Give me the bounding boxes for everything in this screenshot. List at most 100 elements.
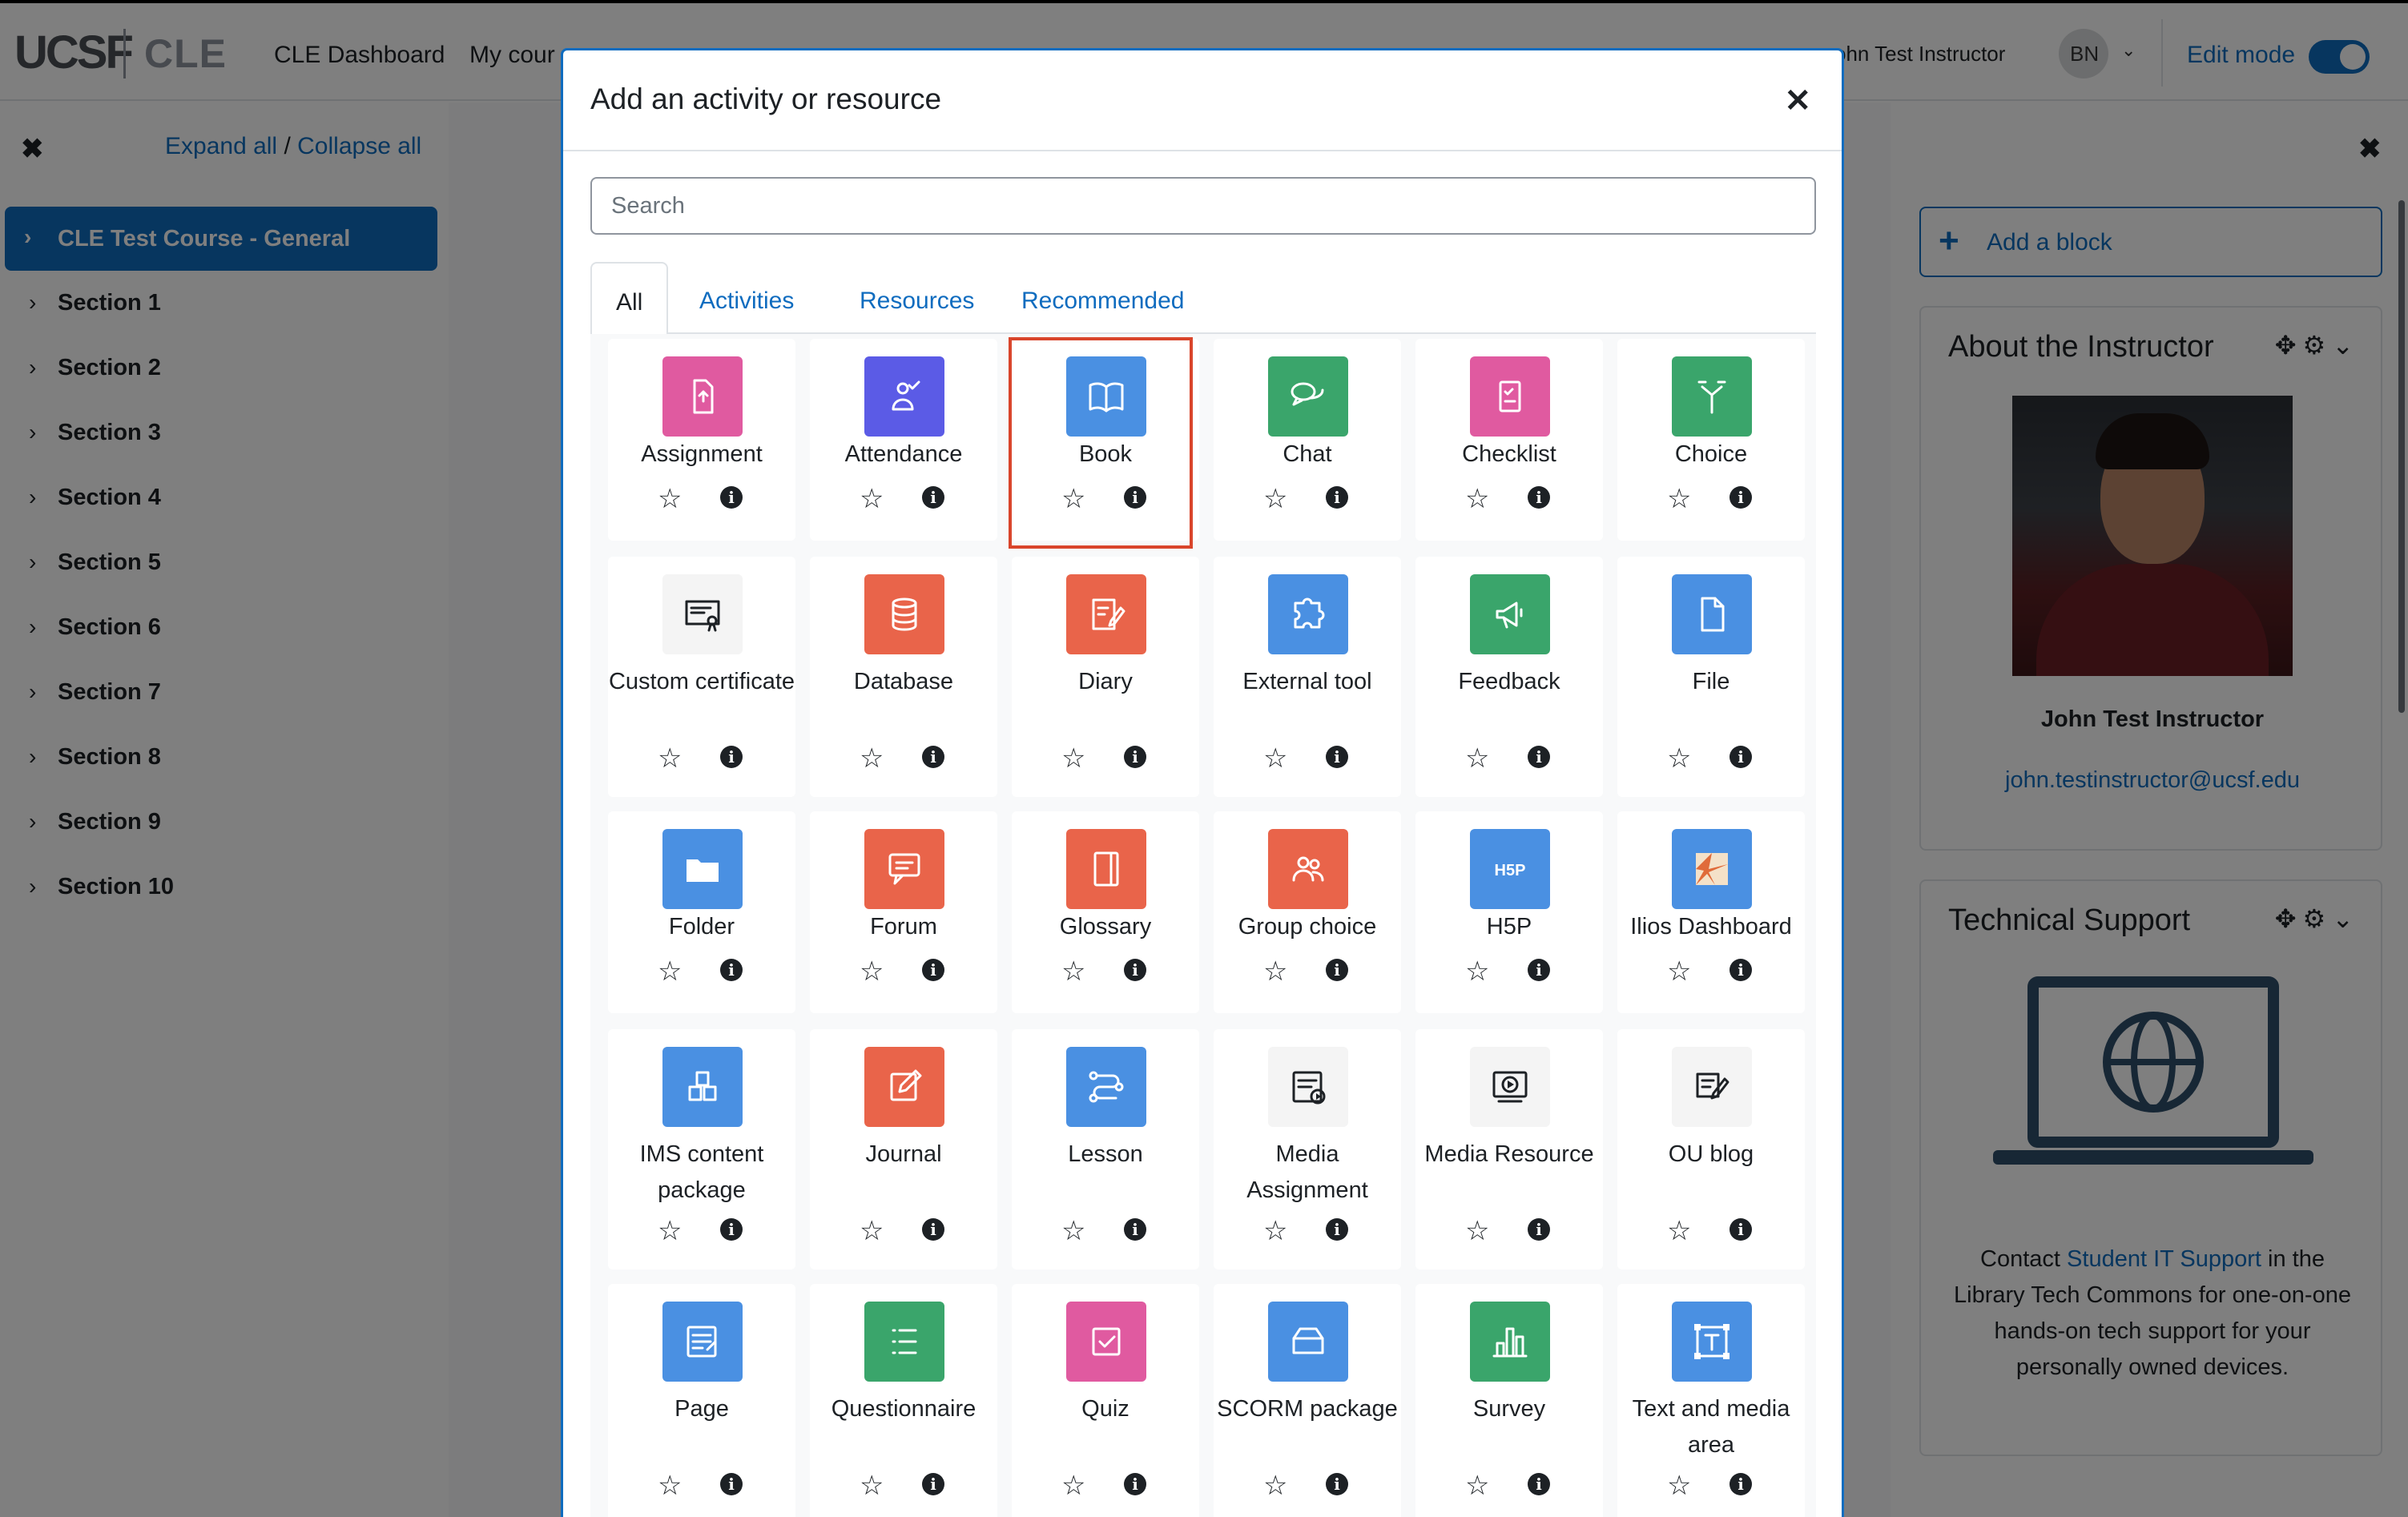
star-icon[interactable]: ☆ <box>658 1470 682 1502</box>
activity-label: Survey <box>1472 1396 1546 1422</box>
star-icon[interactable]: ☆ <box>860 956 884 988</box>
star-icon[interactable]: ☆ <box>1667 1470 1691 1502</box>
star-icon[interactable]: ☆ <box>1667 956 1691 988</box>
activity-card-ou-blog[interactable]: OU blog ☆ i <box>1617 1029 1805 1270</box>
star-icon[interactable]: ☆ <box>860 742 884 775</box>
activity-card-database[interactable]: Database ☆ i <box>810 557 997 797</box>
info-icon[interactable]: i <box>1326 486 1348 509</box>
info-icon[interactable]: i <box>1326 1473 1348 1495</box>
star-icon[interactable]: ☆ <box>1465 742 1489 775</box>
activity-card-external-tool[interactable]: External tool ☆ i <box>1214 557 1401 797</box>
info-icon[interactable]: i <box>1729 959 1752 981</box>
star-icon[interactable]: ☆ <box>658 956 682 988</box>
star-icon[interactable]: ☆ <box>1465 1215 1489 1247</box>
activity-card-folder[interactable]: Folder ☆ i <box>608 811 795 1013</box>
activity-card-feedback[interactable]: Feedback ☆ i <box>1415 557 1603 797</box>
info-icon[interactable]: i <box>922 486 944 509</box>
info-icon[interactable]: i <box>922 959 944 981</box>
star-icon[interactable]: ☆ <box>658 483 682 515</box>
activity-card-media-resource[interactable]: Media Resource ☆ i <box>1415 1029 1603 1270</box>
star-icon[interactable]: ☆ <box>1061 742 1085 775</box>
activity-card-choice[interactable]: Choice ☆ i <box>1617 339 1805 541</box>
star-icon[interactable]: ☆ <box>1061 1470 1085 1502</box>
activity-card-checklist[interactable]: Checklist ☆ i <box>1415 339 1603 541</box>
star-icon[interactable]: ☆ <box>1465 1470 1489 1502</box>
activity-card-forum[interactable]: Forum ☆ i <box>810 811 997 1013</box>
info-icon[interactable]: i <box>720 959 743 981</box>
activity-card-glossary[interactable]: Glossary ☆ i <box>1012 811 1199 1013</box>
activity-card-journal[interactable]: Journal ☆ i <box>810 1029 997 1270</box>
star-icon[interactable]: ☆ <box>1667 1215 1691 1247</box>
activity-card-media-assignment[interactable]: Media Assignment ☆ i <box>1214 1029 1401 1270</box>
activity-card-text-and-media-area[interactable]: Text and media area ☆ i <box>1617 1284 1805 1517</box>
star-icon[interactable]: ☆ <box>658 1215 682 1247</box>
info-icon[interactable]: i <box>1124 746 1146 768</box>
activity-card-quiz[interactable]: Quiz ☆ i <box>1012 1284 1199 1517</box>
activity-card-assignment[interactable]: Assignment ☆ i <box>608 339 795 541</box>
tab-resources[interactable]: Resources <box>836 262 998 334</box>
activity-card-diary[interactable]: Diary ☆ i <box>1012 557 1199 797</box>
megaphone-icon <box>1470 574 1550 654</box>
activity-card-page[interactable]: Page ☆ i <box>608 1284 795 1517</box>
info-icon[interactable]: i <box>1729 746 1752 768</box>
star-icon[interactable]: ☆ <box>860 1215 884 1247</box>
star-icon[interactable]: ☆ <box>860 483 884 515</box>
info-icon[interactable]: i <box>922 1218 944 1241</box>
info-icon[interactable]: i <box>1729 486 1752 509</box>
tab-all[interactable]: All <box>590 262 669 336</box>
activity-label: IMS content package <box>639 1141 764 1203</box>
star-icon[interactable]: ☆ <box>1667 483 1691 515</box>
activity-label: Glossary <box>1059 914 1152 940</box>
info-icon[interactable]: i <box>1326 1218 1348 1241</box>
activity-card-file[interactable]: File ☆ i <box>1617 557 1805 797</box>
info-icon[interactable]: i <box>1528 1218 1550 1241</box>
star-icon[interactable]: ☆ <box>1667 742 1691 775</box>
info-icon[interactable]: i <box>1124 1218 1146 1241</box>
activity-card-scorm-package[interactable]: SCORM package ☆ i <box>1214 1284 1401 1517</box>
activity-card-questionnaire[interactable]: Questionnaire ☆ i <box>810 1284 997 1517</box>
info-icon[interactable]: i <box>1528 486 1550 509</box>
checklist-icon <box>1470 356 1550 437</box>
info-icon[interactable]: i <box>720 746 743 768</box>
info-icon[interactable]: i <box>1528 959 1550 981</box>
info-icon[interactable]: i <box>1326 746 1348 768</box>
info-icon[interactable]: i <box>1729 1473 1752 1495</box>
star-icon[interactable]: ☆ <box>1061 1215 1085 1247</box>
info-icon[interactable]: i <box>922 1473 944 1495</box>
star-icon[interactable]: ☆ <box>1465 956 1489 988</box>
star-icon[interactable]: ☆ <box>1263 742 1287 775</box>
info-icon[interactable]: i <box>1729 1218 1752 1241</box>
star-icon[interactable]: ☆ <box>1263 1470 1287 1502</box>
star-icon[interactable]: ☆ <box>658 742 682 775</box>
info-icon[interactable]: i <box>1124 1473 1146 1495</box>
info-icon[interactable]: i <box>922 746 944 768</box>
star-icon[interactable]: ☆ <box>1465 483 1489 515</box>
info-icon[interactable]: i <box>1528 746 1550 768</box>
activity-card-group-choice[interactable]: Group choice ☆ i <box>1214 811 1401 1013</box>
tab-recommended[interactable]: Recommended <box>997 262 1208 334</box>
star-icon[interactable]: ☆ <box>1263 956 1287 988</box>
close-icon[interactable]: ✕ <box>1784 82 1811 119</box>
activity-card-survey[interactable]: Survey ☆ i <box>1415 1284 1603 1517</box>
info-icon[interactable]: i <box>720 486 743 509</box>
search-input[interactable]: Search <box>590 177 1816 235</box>
questionnaire-icon <box>864 1302 944 1382</box>
activity-label: Journal <box>865 1141 942 1167</box>
activity-card-ilios-dashboard[interactable]: Ilios Dashboard ☆ i <box>1617 811 1805 1013</box>
star-icon[interactable]: ☆ <box>860 1470 884 1502</box>
star-icon[interactable]: ☆ <box>1263 483 1287 515</box>
star-icon[interactable]: ☆ <box>1263 1215 1287 1247</box>
info-icon[interactable]: i <box>1326 959 1348 981</box>
activity-card-attendance[interactable]: Attendance ☆ i <box>810 339 997 541</box>
info-icon[interactable]: i <box>1528 1473 1550 1495</box>
activity-card-lesson[interactable]: Lesson ☆ i <box>1012 1029 1199 1270</box>
tab-activities[interactable]: Activities <box>675 262 818 334</box>
star-icon[interactable]: ☆ <box>1061 956 1085 988</box>
activity-card-h5p[interactable]: H5P H5P ☆ i <box>1415 811 1603 1013</box>
info-icon[interactable]: i <box>1124 959 1146 981</box>
info-icon[interactable]: i <box>720 1473 743 1495</box>
activity-card-custom-certificate[interactable]: Custom certificate ☆ i <box>608 557 795 797</box>
info-icon[interactable]: i <box>720 1218 743 1241</box>
activity-card-chat[interactable]: Chat ☆ i <box>1214 339 1401 541</box>
activity-card-ims-content-package[interactable]: IMS content package ☆ i <box>608 1029 795 1270</box>
